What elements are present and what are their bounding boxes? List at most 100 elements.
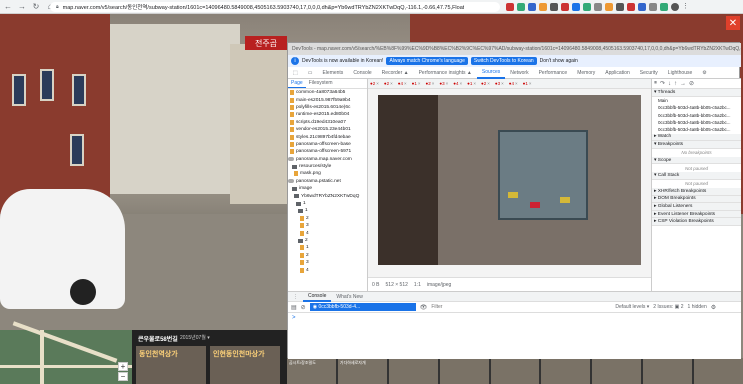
extension-icon[interactable]: [539, 3, 547, 11]
filmstrip-frame[interactable]: 가다하세로자개: [337, 358, 387, 384]
open-file-tab[interactable]: ● 4 ×: [451, 81, 464, 86]
tab-whats-new[interactable]: What's New: [331, 292, 368, 302]
close-tab-icon[interactable]: ×: [390, 81, 393, 86]
extension-icon[interactable]: [594, 3, 602, 11]
close-tab-icon[interactable]: ×: [376, 81, 379, 86]
inspect-icon[interactable]: ⬚: [288, 67, 303, 79]
tree-item[interactable]: vendor-es2015.23e44b01: [288, 126, 367, 133]
debugger-section-header[interactable]: ▸ Event Listener Breakpoints: [652, 210, 741, 219]
open-file-tab[interactable]: ● 1 ×: [410, 81, 423, 86]
device-toggle-icon[interactable]: ▭: [303, 67, 318, 79]
tree-item[interactable]: resources/style: [288, 163, 367, 170]
debugger-section-header[interactable]: ▸ CSP Violation Breakpoints: [652, 218, 741, 226]
tab-performance[interactable]: Performance: [534, 67, 573, 79]
drawer-menu-icon[interactable]: ⋮: [288, 292, 303, 302]
extension-icon[interactable]: [627, 3, 635, 11]
sidebar-toggle-icon[interactable]: ▤: [291, 304, 297, 311]
thread-item[interactable]: 0cc3bbfb-503d-4a8b-bb05-c5a2bc...: [652, 126, 741, 133]
tab-lighthouse[interactable]: Lighthouse: [663, 67, 697, 79]
thread-item[interactable]: 0cc3bbfb-503d-4a8b-bb05-c5a2bc...: [652, 104, 741, 111]
step-icon[interactable]: →: [680, 81, 686, 87]
issues-badge[interactable]: 2 Issues: ▣ 2: [653, 304, 683, 310]
tree-item[interactable]: 2: [288, 237, 367, 244]
date-select[interactable]: 2015년07월 ▾: [180, 334, 210, 341]
debugger-section-header[interactable]: ▸ DOM Breakpoints: [652, 195, 741, 204]
tab-recorder[interactable]: Recorder ▲: [377, 67, 414, 79]
open-file-tab[interactable]: ● 2 ×: [424, 81, 437, 86]
minimap[interactable]: + −: [0, 321, 132, 384]
tab-application[interactable]: Application: [600, 67, 634, 79]
open-file-tab[interactable]: ● 1 ×: [521, 81, 534, 86]
close-tab-icon[interactable]: ×: [459, 81, 462, 86]
tree-item[interactable]: polyfills-es2015.6014e)6c: [288, 104, 367, 111]
switch-korean-button[interactable]: Switch DevTools to Korean: [470, 57, 537, 65]
filmstrip-frame[interactable]: [592, 358, 642, 384]
tree-item[interactable]: 2: [288, 252, 367, 259]
tree-item[interactable]: panorama-offscreen-5971: [288, 148, 367, 155]
tree-item[interactable]: main-es2015.987f59a9b4: [288, 96, 367, 103]
open-file-tab[interactable]: ● 4 ×: [507, 81, 520, 86]
menu-icon[interactable]: ⋮: [682, 3, 690, 11]
nearby-thumbnail[interactable]: 인현동인천마상가: [210, 346, 280, 384]
tree-item[interactable]: styles.21c9897b4fd4ebae: [288, 133, 367, 140]
tree-item[interactable]: 1: [288, 244, 367, 251]
tab-page[interactable]: Page: [288, 79, 306, 88]
context-select[interactable]: ◉ 0cc3bbfb-503d-4...: [309, 303, 416, 311]
extension-icon[interactable]: [572, 3, 580, 11]
eye-icon[interactable]: 👁︎: [420, 304, 428, 311]
debugger-section-header[interactable]: ▸ Global Listeners: [652, 203, 741, 211]
close-tab-icon[interactable]: ×: [446, 81, 449, 86]
tree-item[interactable]: 1: [288, 200, 367, 207]
match-language-button[interactable]: Always match Chrome's language: [386, 57, 468, 65]
open-file-tab[interactable]: ● 2 ×: [382, 81, 395, 86]
tree-item[interactable]: image: [288, 185, 367, 192]
open-file-tab[interactable]: ● 3 ×: [493, 81, 506, 86]
filmstrip-frame[interactable]: [439, 358, 489, 384]
back-icon[interactable]: ←: [2, 1, 14, 13]
log-levels-select[interactable]: Default levels ▾: [615, 304, 649, 310]
filmstrip-frame[interactable]: [694, 358, 743, 384]
debugger-section-header[interactable]: ▸ XHR/fetch Breakpoints: [652, 187, 741, 196]
extension-icon[interactable]: [583, 3, 591, 11]
tree-item[interactable]: 2: [288, 215, 367, 222]
tree-item[interactable]: 3: [288, 222, 367, 229]
tree-item[interactable]: 4: [288, 266, 367, 273]
address-bar[interactable]: 🔒︎ map.naver.com/v5/search/동인천역/subway-s…: [50, 2, 500, 12]
tree-item[interactable]: Yb6wdTRYbZN2XKTwDqQ: [288, 192, 367, 199]
close-tab-icon[interactable]: ×: [487, 81, 490, 86]
close-tab-icon[interactable]: ×: [501, 81, 504, 86]
forward-icon[interactable]: →: [16, 1, 28, 13]
filmstrip-frame[interactable]: [388, 358, 438, 384]
step-out-icon[interactable]: ↑: [674, 81, 677, 87]
zoom-out-button[interactable]: −: [118, 372, 128, 381]
tree-item[interactable]: 1: [288, 207, 367, 214]
tab-network[interactable]: Network: [505, 67, 533, 79]
extension-icon[interactable]: [528, 3, 536, 11]
clear-console-icon[interactable]: ⊘: [301, 304, 306, 311]
open-file-tab[interactable]: ● 1 ×: [465, 81, 478, 86]
tab-sources[interactable]: Sources: [476, 67, 506, 79]
extension-icon[interactable]: [561, 3, 569, 11]
thread-item[interactable]: Main: [652, 97, 741, 104]
console-filter-input[interactable]: [431, 303, 612, 311]
filmstrip-frame[interactable]: [541, 358, 591, 384]
open-file-tab[interactable]: ● 4 ×: [396, 81, 409, 86]
tree-item[interactable]: common-4a8073a64b5: [288, 89, 367, 96]
settings-icon[interactable]: ⚙: [697, 67, 711, 79]
extension-icon[interactable]: [638, 3, 646, 11]
tree-item[interactable]: scripts.d19ed4310ea07: [288, 119, 367, 126]
debugger-section-header[interactable]: ▸ Watch: [652, 133, 741, 142]
extension-icon[interactable]: [649, 3, 657, 11]
console-settings-icon[interactable]: ⚙: [711, 304, 716, 311]
extension-icon[interactable]: [660, 3, 668, 11]
open-file-tab[interactable]: ● 3 ×: [437, 81, 450, 86]
tree-item[interactable]: panorama.map.naver.com: [288, 156, 367, 163]
thread-item[interactable]: 0cc3bbfb-503d-4a8b-bb05-c5a2bc...: [652, 119, 741, 126]
extension-icon[interactable]: [517, 3, 525, 11]
debugger-section-header[interactable]: ▾ Scope: [652, 156, 741, 165]
tab-memory[interactable]: Memory: [572, 67, 600, 79]
step-over-icon[interactable]: ↷: [660, 80, 665, 87]
tree-item[interactable]: mask.png: [288, 170, 367, 177]
debugger-section-header[interactable]: ▾ Threads: [652, 89, 741, 97]
pause-icon[interactable]: ⏸: [654, 80, 657, 87]
